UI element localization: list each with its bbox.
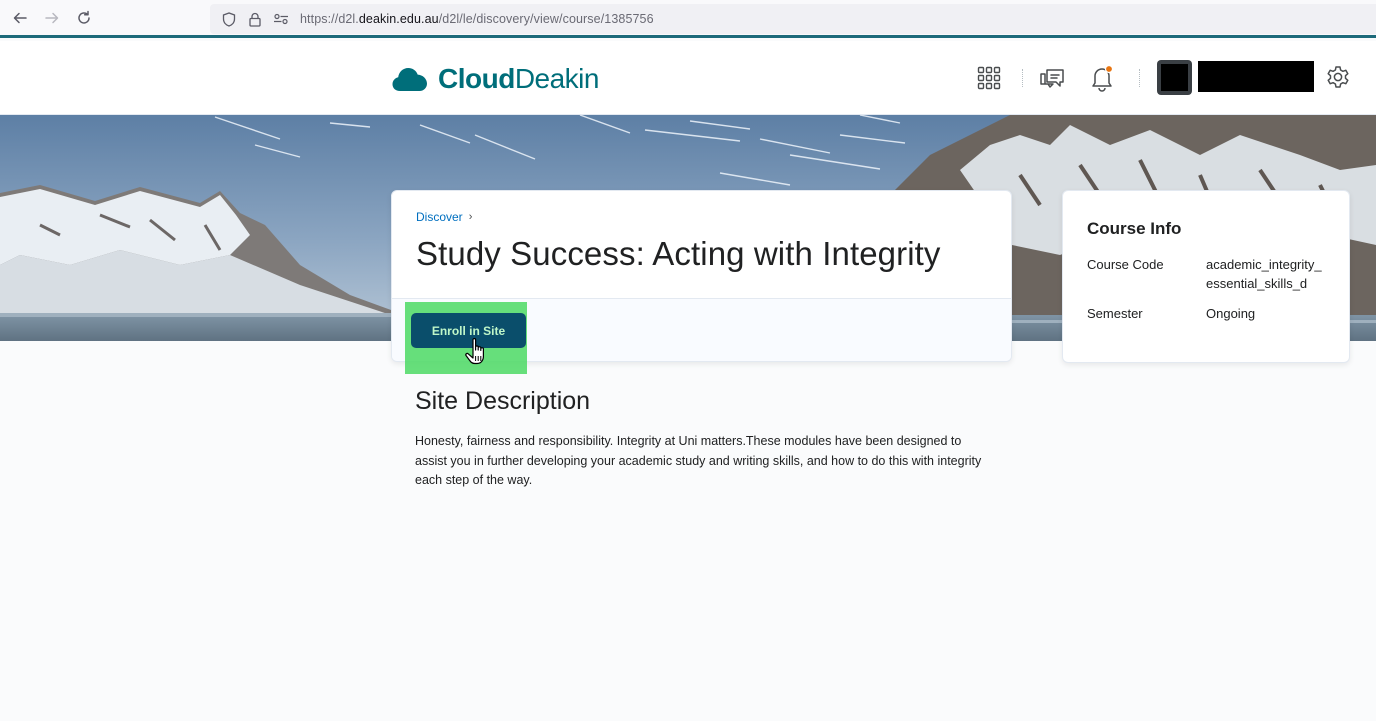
permissions-icon[interactable] (270, 8, 292, 30)
course-info-card: Course Info Course Code academic_integri… (1062, 190, 1350, 363)
breadcrumb-discover-link[interactable]: Discover (416, 210, 463, 224)
forward-arrow-icon[interactable] (36, 0, 68, 37)
back-arrow-icon[interactable] (4, 0, 36, 37)
url-prefix: https://d2l. (300, 12, 359, 26)
address-bar[interactable]: https://d2l.deakin.edu.au/d2l/le/discove… (210, 4, 1376, 34)
messages-icon[interactable] (1037, 63, 1067, 93)
logo-text-bold: Cloud (438, 63, 515, 94)
course-title: Study Success: Acting with Integrity (416, 235, 941, 272)
course-info-heading: Course Info (1087, 219, 1182, 238)
breadcrumb: Discover › (416, 210, 472, 224)
notifications-bell-icon[interactable] (1087, 63, 1117, 93)
user-name-redacted[interactable] (1198, 61, 1314, 92)
url-text[interactable]: https://d2l.deakin.edu.au/d2l/le/discove… (300, 12, 654, 26)
chevron-right-icon: › (468, 211, 473, 223)
shield-icon[interactable] (218, 8, 240, 30)
apps-grid-icon[interactable] (974, 63, 1004, 93)
site-description-text: Honesty, fairness and responsibility. In… (415, 434, 982, 488)
course-code-value: academic_integrity_ essential_skills_d (1206, 257, 1322, 291)
clouddeakin-logo[interactable]: CloudDeakin (392, 63, 599, 95)
browser-toolbar: https://d2l.deakin.edu.au/d2l/le/discove… (0, 0, 1376, 38)
settings-gear-icon[interactable] (1323, 63, 1353, 93)
cloud-icon (392, 68, 427, 91)
url-host: deakin.edu.au (358, 12, 439, 26)
header-separator (1139, 69, 1140, 87)
semester-value: Ongoing (1206, 306, 1256, 321)
semester-label: Semester (1087, 306, 1143, 321)
avatar-redacted (1161, 64, 1188, 91)
header-separator (1022, 69, 1023, 87)
logo-text-light: Deakin (514, 63, 600, 94)
avatar[interactable] (1157, 60, 1192, 95)
site-header: CloudDeakin (0, 41, 1376, 115)
url-path: /d2l/le/discovery/view/course/1385756 (438, 12, 654, 26)
hand-pointer-cursor-icon (465, 338, 484, 365)
reload-icon[interactable] (68, 0, 100, 37)
lock-icon[interactable] (244, 8, 266, 30)
site-description-heading: Site Description (415, 387, 591, 415)
course-code-label: Course Code (1087, 257, 1164, 272)
